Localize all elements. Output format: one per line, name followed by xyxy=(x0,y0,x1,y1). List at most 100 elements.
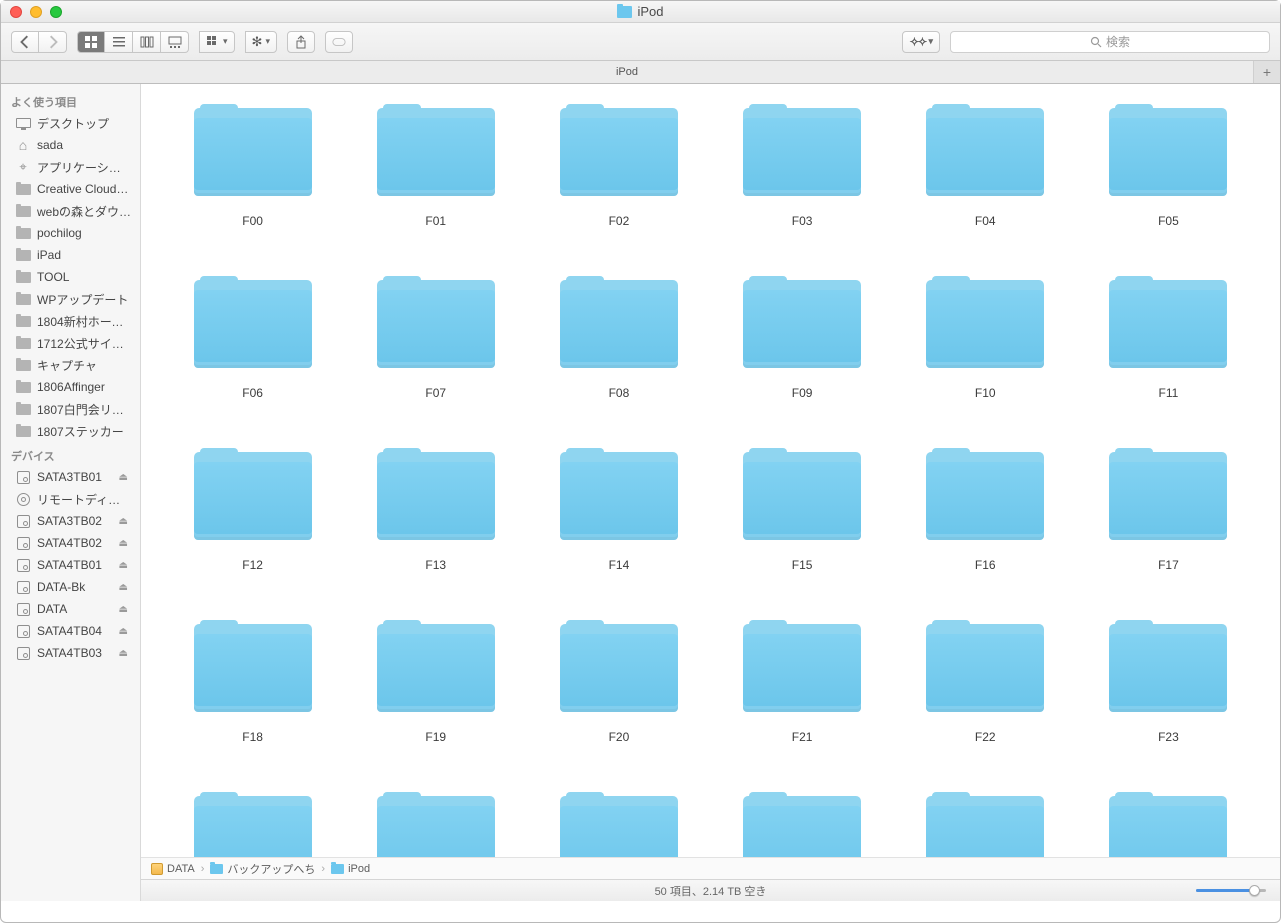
sidebar-item[interactable]: リモートディスク xyxy=(1,488,140,510)
sidebar-item[interactable]: キャプチャ xyxy=(1,354,140,376)
folder-item[interactable]: F02 xyxy=(537,104,700,228)
folder-item[interactable]: F01 xyxy=(354,104,517,228)
chevron-down-icon: ▾ xyxy=(223,36,228,47)
maximize-button[interactable] xyxy=(50,6,62,18)
sidebar-item[interactable]: 1807白門会リニ… xyxy=(1,398,140,420)
sidebar-item[interactable]: SATA4TB04 ⏏ xyxy=(1,620,140,642)
arrange-button[interactable]: ▾ xyxy=(199,31,235,53)
sidebar-item[interactable]: 1804新村ホーム… xyxy=(1,310,140,332)
search-input[interactable]: 検索 xyxy=(950,31,1270,53)
folder-icon xyxy=(1109,620,1227,712)
folder-grid-scroll[interactable]: F00F01F02F03F04F05F06F07F08F09F10F11F12F… xyxy=(141,84,1280,857)
folder-item[interactable]: F28 xyxy=(904,792,1067,857)
forward-button[interactable] xyxy=(39,31,67,53)
folder-item[interactable]: F19 xyxy=(354,620,517,744)
eject-icon[interactable]: ⏏ xyxy=(119,648,132,659)
zoom-knob[interactable] xyxy=(1249,885,1260,896)
sidebar-item[interactable]: Creative Cloud… xyxy=(1,178,140,200)
sidebar-item[interactable]: SATA3TB02⏏ xyxy=(1,510,140,532)
folder-label: F21 xyxy=(792,730,813,744)
sidebar-item-label: SATA4TB04 xyxy=(37,624,113,638)
sidebar-item[interactable]: デスクトップ xyxy=(1,112,140,134)
breadcrumb-item[interactable]: バックアップへち xyxy=(210,861,315,877)
eject-icon[interactable]: ⏏ xyxy=(119,538,132,549)
folder-label: F06 xyxy=(242,386,263,400)
sidebar-item[interactable]: SATA3TB01⏏ xyxy=(1,466,140,488)
folder-item[interactable]: F00 xyxy=(171,104,334,228)
folder-item[interactable]: F15 xyxy=(721,448,884,572)
folder-item[interactable]: F14 xyxy=(537,448,700,572)
sidebar-item[interactable]: SATA4TB03⏏ xyxy=(1,642,140,664)
sidebar-item[interactable]: 1807ステッカー xyxy=(1,420,140,442)
eject-icon[interactable]: ⏏ xyxy=(119,472,132,483)
action-button[interactable]: ✻ ▾ xyxy=(245,31,277,53)
minimize-button[interactable] xyxy=(30,6,42,18)
sidebar-item[interactable]: WPアップデート xyxy=(1,288,140,310)
breadcrumb-item[interactable]: iPod xyxy=(331,863,370,875)
sidebar-item[interactable]: 1806Affinger xyxy=(1,376,140,398)
window-title: iPod xyxy=(1,4,1280,19)
folder-item[interactable]: F21 xyxy=(721,620,884,744)
new-tab-button[interactable]: + xyxy=(1254,61,1280,83)
sidebar-item[interactable]: 1712公式サイト… xyxy=(1,332,140,354)
folder-icon xyxy=(15,380,31,394)
back-button[interactable] xyxy=(11,31,39,53)
eject-icon[interactable]: ⏏ xyxy=(119,582,132,593)
folder-item[interactable]: F25 xyxy=(354,792,517,857)
folder-item[interactable]: F12 xyxy=(171,448,334,572)
sidebar-item[interactable]: SATA4TB02 ⏏ xyxy=(1,532,140,554)
columns-icon xyxy=(140,35,154,49)
folder-label: F22 xyxy=(975,730,996,744)
sidebar-item[interactable]: pochilog xyxy=(1,222,140,244)
folder-item[interactable]: F05 xyxy=(1087,104,1250,228)
sidebar-item[interactable]: iPad xyxy=(1,244,140,266)
folder-icon xyxy=(377,276,495,368)
sidebar-item[interactable]: DATA⏏ xyxy=(1,598,140,620)
folder-item[interactable]: F13 xyxy=(354,448,517,572)
sidebar-item-label: SATA4TB02 xyxy=(37,536,113,550)
gallery-view-button[interactable] xyxy=(161,31,189,53)
icon-view-button[interactable] xyxy=(77,31,105,53)
dropbox-button[interactable]: ✧✧ ▾ xyxy=(902,31,940,53)
breadcrumb-item[interactable]: DATA xyxy=(151,863,195,875)
folder-item[interactable]: F06 xyxy=(171,276,334,400)
folder-item[interactable]: F10 xyxy=(904,276,1067,400)
sidebar-item[interactable]: webの森とダウン… xyxy=(1,200,140,222)
folder-item[interactable]: F18 xyxy=(171,620,334,744)
folder-item[interactable]: F17 xyxy=(1087,448,1250,572)
zoom-slider[interactable] xyxy=(1196,889,1266,892)
eject-icon[interactable]: ⏏ xyxy=(119,604,132,615)
eject-icon[interactable]: ⏏ xyxy=(119,560,132,571)
folder-item[interactable]: F20 xyxy=(537,620,700,744)
folder-item[interactable]: F29 xyxy=(1087,792,1250,857)
sidebar-item[interactable]: TOOL xyxy=(1,266,140,288)
folder-item[interactable]: F26 xyxy=(537,792,700,857)
folder-item[interactable]: F07 xyxy=(354,276,517,400)
share-button[interactable] xyxy=(287,31,315,53)
eject-icon[interactable]: ⏏ xyxy=(119,626,132,637)
folder-item[interactable]: F24 xyxy=(171,792,334,857)
folder-item[interactable]: F09 xyxy=(721,276,884,400)
disk-icon xyxy=(15,514,31,528)
sidebar-item[interactable]: ⌂sada xyxy=(1,134,140,156)
tab-ipod[interactable]: iPod xyxy=(1,61,1254,83)
folder-item[interactable]: F08 xyxy=(537,276,700,400)
sidebar-item[interactable]: ⌖アプリケーション xyxy=(1,156,140,178)
folder-icon xyxy=(743,792,861,857)
folder-item[interactable]: F27 xyxy=(721,792,884,857)
sidebar-item[interactable]: SATA4TB01⏏ xyxy=(1,554,140,576)
disk-icon xyxy=(15,580,31,594)
close-button[interactable] xyxy=(10,6,22,18)
folder-item[interactable]: F11 xyxy=(1087,276,1250,400)
folder-item[interactable]: F03 xyxy=(721,104,884,228)
folder-item[interactable]: F23 xyxy=(1087,620,1250,744)
list-view-button[interactable] xyxy=(105,31,133,53)
folder-item[interactable]: F04 xyxy=(904,104,1067,228)
sidebar-item-label: 1806Affinger xyxy=(37,380,132,394)
column-view-button[interactable] xyxy=(133,31,161,53)
folder-item[interactable]: F16 xyxy=(904,448,1067,572)
folder-item[interactable]: F22 xyxy=(904,620,1067,744)
sidebar-item[interactable]: DATA-Bk⏏ xyxy=(1,576,140,598)
eject-icon[interactable]: ⏏ xyxy=(119,516,132,527)
tags-button[interactable] xyxy=(325,31,353,53)
